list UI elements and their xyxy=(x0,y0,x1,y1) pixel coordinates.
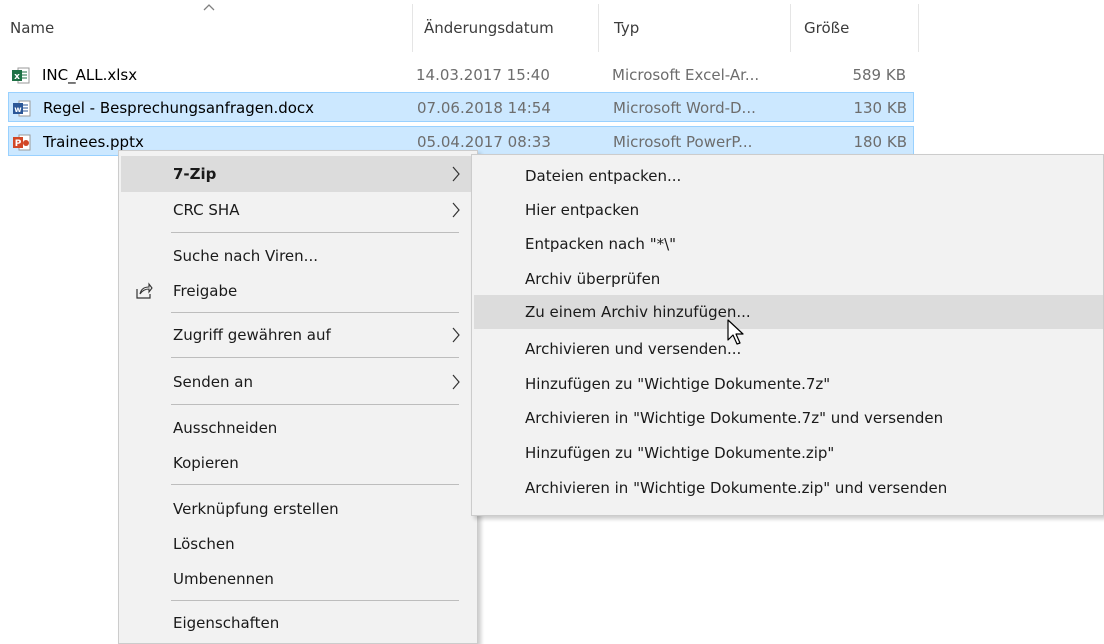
share-icon xyxy=(136,282,153,299)
menu-item-grant-access[interactable]: Zugriff gewähren auf xyxy=(121,317,475,353)
submenu-item-compress-zip-and-email[interactable]: Archivieren in "Wichtige Dokumente.zip" … xyxy=(474,471,1103,505)
column-header-date[interactable]: Änderungsdatum xyxy=(424,0,554,56)
submenu-item-label: Hinzufügen zu "Wichtige Dokumente.7z" xyxy=(525,375,831,393)
menu-item-label: Ausschneiden xyxy=(173,419,278,437)
svg-text:P: P xyxy=(15,139,22,149)
mouse-pointer-icon xyxy=(727,319,744,345)
column-divider[interactable] xyxy=(918,4,919,52)
column-header-size-label: Größe xyxy=(804,19,850,37)
submenu-item-add-to-7z[interactable]: Hinzufügen zu "Wichtige Dokumente.7z" xyxy=(474,367,1103,401)
submenu-item-add-to-archive[interactable]: Zu einem Archiv hinzufügen... xyxy=(474,295,1103,329)
submenu-item-label: Entpacken nach "*\" xyxy=(525,235,677,253)
file-size: 180 KB xyxy=(853,133,907,151)
submenu-item-label: Dateien entpacken... xyxy=(525,167,682,185)
menu-separator xyxy=(171,232,459,233)
column-header-type[interactable]: Typ xyxy=(614,0,639,56)
svg-text:x: x xyxy=(14,72,20,82)
menu-item-label: Zugriff gewähren auf xyxy=(173,326,331,344)
menu-item-virus-scan[interactable]: Suche nach Viren... xyxy=(121,238,475,274)
column-header-type-label: Typ xyxy=(614,19,640,37)
chevron-right-icon xyxy=(452,374,460,390)
file-type: Microsoft Word-D... xyxy=(613,99,756,117)
file-row-regel[interactable]: w Regel - Besprechungsanfragen.docx 07.0… xyxy=(8,92,914,122)
menu-item-crc-sha[interactable]: CRC SHA xyxy=(121,192,475,228)
chevron-right-icon xyxy=(452,327,460,343)
excel-icon: x xyxy=(12,67,30,84)
file-date: 14.03.2017 15:40 xyxy=(416,66,550,84)
column-header-date-label: Änderungsdatum xyxy=(424,19,554,37)
column-header-name-label: Name xyxy=(10,19,55,37)
column-divider[interactable] xyxy=(598,4,599,52)
menu-separator xyxy=(171,484,459,485)
submenu-item-label: Archivieren in "Wichtige Dokumente.zip" … xyxy=(525,479,948,497)
menu-separator xyxy=(171,404,459,405)
file-row-inc-all[interactable]: x INC_ALL.xlsx 14.03.2017 15:40 Microsof… xyxy=(8,60,914,90)
menu-item-7zip[interactable]: 7-Zip xyxy=(121,156,475,192)
menu-item-copy[interactable]: Kopieren xyxy=(121,445,475,481)
context-menu: 7-Zip CRC SHA Suche nach Viren... Freiga… xyxy=(118,150,478,644)
sort-ascending-icon xyxy=(203,4,215,11)
column-divider[interactable] xyxy=(412,4,413,52)
menu-item-label: Verknüpfung erstellen xyxy=(173,500,339,518)
word-icon: w xyxy=(13,100,31,117)
menu-item-rename[interactable]: Umbenennen xyxy=(121,561,475,597)
menu-separator xyxy=(171,312,459,313)
menu-item-label: CRC SHA xyxy=(173,201,240,219)
menu-item-create-shortcut[interactable]: Verknüpfung erstellen xyxy=(121,491,475,527)
menu-separator xyxy=(171,600,459,601)
submenu-item-label: Archiv überprüfen xyxy=(525,270,661,288)
submenu-item-label: Archivieren in "Wichtige Dokumente.7z" u… xyxy=(525,409,944,427)
menu-item-label: Löschen xyxy=(173,535,235,553)
menu-item-label: Umbenennen xyxy=(173,570,274,588)
menu-item-label: Suche nach Viren... xyxy=(173,247,318,265)
submenu-item-label: Hinzufügen zu "Wichtige Dokumente.zip" xyxy=(525,444,835,462)
menu-item-share[interactable]: Freigabe xyxy=(121,273,475,309)
column-header-size[interactable]: Größe xyxy=(804,0,849,56)
file-type: Microsoft PowerP... xyxy=(613,133,753,151)
submenu-item-label: Archivieren und versenden... xyxy=(525,340,742,358)
menu-item-delete[interactable]: Löschen xyxy=(121,526,475,562)
file-size: 589 KB xyxy=(852,66,906,84)
submenu-7zip: Dateien entpacken... Hier entpacken Entp… xyxy=(471,154,1104,516)
submenu-item-add-to-zip[interactable]: Hinzufügen zu "Wichtige Dokumente.zip" xyxy=(474,436,1103,470)
column-divider[interactable] xyxy=(790,4,791,52)
menu-item-label: 7-Zip xyxy=(173,165,217,183)
menu-item-label: Senden an xyxy=(173,373,253,391)
menu-item-send-to[interactable]: Senden an xyxy=(121,364,475,400)
submenu-item-label: Zu einem Archiv hinzufügen... xyxy=(525,303,751,321)
chevron-right-icon xyxy=(452,166,460,182)
powerpoint-icon: P xyxy=(13,134,31,151)
file-date: 07.06.2018 14:54 xyxy=(417,99,551,117)
menu-item-label: Eigenschaften xyxy=(173,614,280,632)
file-size: 130 KB xyxy=(853,99,907,117)
file-type: Microsoft Excel-Ar... xyxy=(612,66,760,84)
menu-item-label: Kopieren xyxy=(173,454,239,472)
menu-separator xyxy=(171,357,459,358)
submenu-item-test-archive[interactable]: Archiv überprüfen xyxy=(474,262,1103,296)
submenu-item-compress-and-email[interactable]: Archivieren und versenden... xyxy=(474,332,1103,366)
chevron-right-icon xyxy=(452,202,460,218)
column-header-name[interactable]: Name xyxy=(10,0,54,56)
submenu-item-extract-to[interactable]: Entpacken nach "*\" xyxy=(474,227,1103,261)
submenu-item-extract-files[interactable]: Dateien entpacken... xyxy=(474,159,1103,193)
svg-text:w: w xyxy=(14,105,22,114)
menu-item-properties[interactable]: Eigenschaften xyxy=(121,605,475,641)
submenu-item-label: Hier entpacken xyxy=(525,201,640,219)
file-name: INC_ALL.xlsx xyxy=(42,66,138,84)
submenu-item-compress-7z-and-email[interactable]: Archivieren in "Wichtige Dokumente.7z" u… xyxy=(474,401,1103,435)
menu-item-cut[interactable]: Ausschneiden xyxy=(121,410,475,446)
submenu-item-extract-here[interactable]: Hier entpacken xyxy=(474,193,1103,227)
menu-item-label: Freigabe xyxy=(173,282,238,300)
file-name: Regel - Besprechungsanfragen.docx xyxy=(43,99,315,117)
